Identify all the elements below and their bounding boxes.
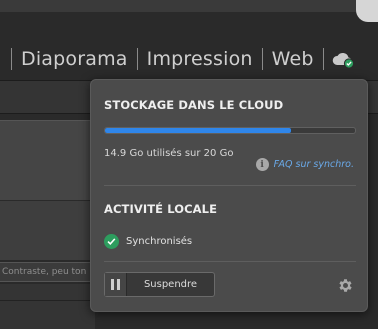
- activity-title: ACTIVITÉ LOCALE: [104, 202, 218, 216]
- left-panel-lower: [0, 284, 95, 329]
- faq-label: FAQ sur synchro.: [273, 159, 354, 170]
- pause-label: Suspendre: [143, 279, 198, 290]
- left-panel-section: [0, 200, 95, 260]
- module-print[interactable]: Impression: [147, 48, 253, 70]
- storage-progress-fill: [105, 128, 292, 133]
- pause-icon: [105, 273, 127, 296]
- pause-sync-button[interactable]: Suspendre: [104, 272, 215, 297]
- storage-progress-bar: [104, 127, 356, 134]
- check-circle-icon: [104, 234, 119, 249]
- info-icon: i: [255, 158, 269, 171]
- section-divider: [104, 185, 356, 186]
- sync-faq-link[interactable]: i FAQ sur synchro.: [255, 158, 354, 171]
- divider: [0, 300, 95, 301]
- module-separator: [322, 48, 324, 70]
- window-corner: [356, 0, 378, 22]
- gear-icon[interactable]: [337, 277, 354, 294]
- module-picker: Diaporama Impression Web: [0, 38, 378, 80]
- cloud-storage-popup: STOCKAGE DANS LE CLOUD 14.9 Go utilisés …: [90, 79, 368, 312]
- module-separator: [11, 48, 12, 70]
- module-separator: [136, 48, 138, 70]
- sync-status-label: Synchronisés: [126, 236, 193, 247]
- sync-status: Synchronisés: [104, 234, 192, 249]
- section-divider: [104, 261, 356, 262]
- cloud-sync-icon[interactable]: [331, 51, 357, 69]
- keyword-field[interactable]: Contraste, peu ton: [0, 262, 95, 282]
- window-top-edge: [0, 0, 378, 12]
- module-separator: [261, 48, 263, 70]
- storage-title: STOCKAGE DANS LE CLOUD: [104, 98, 284, 112]
- storage-usage-text: 14.9 Go utilisés sur 20 Go: [104, 148, 234, 159]
- module-web[interactable]: Web: [272, 48, 314, 70]
- module-slideshow[interactable]: Diaporama: [21, 48, 128, 70]
